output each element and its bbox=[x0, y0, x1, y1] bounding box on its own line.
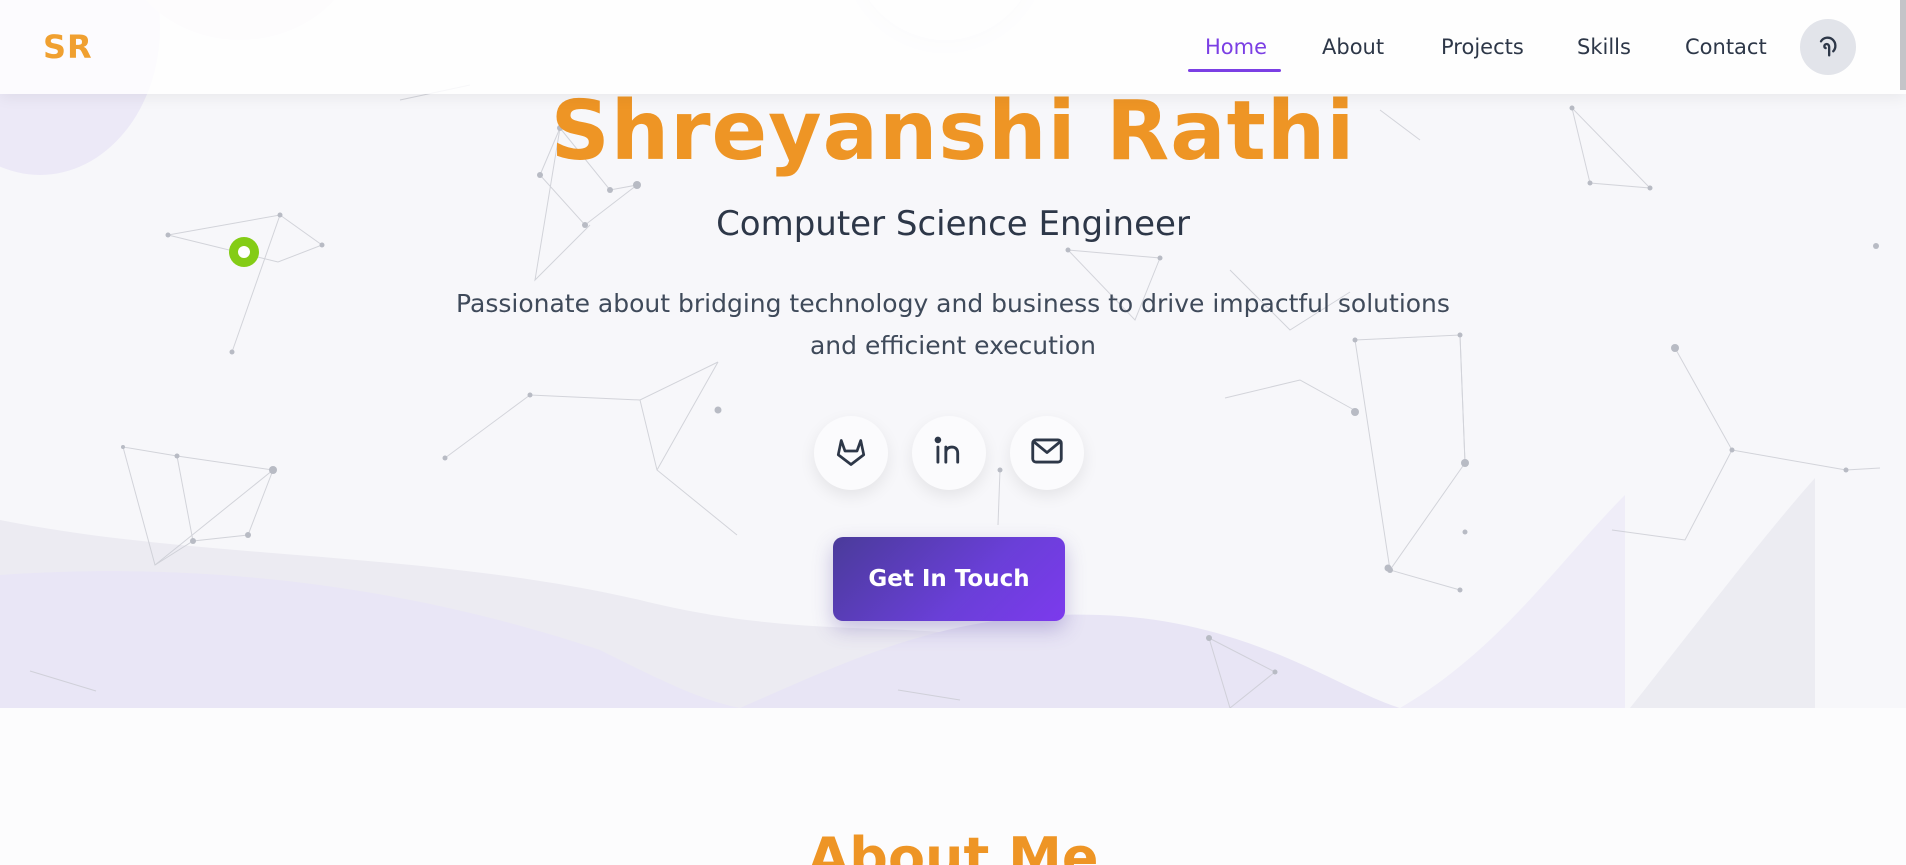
nav-link-home[interactable]: Home bbox=[1205, 35, 1267, 59]
mail-icon bbox=[1028, 432, 1066, 474]
get-in-touch-button[interactable]: Get In Touch bbox=[833, 537, 1065, 621]
nav-link-about[interactable]: About bbox=[1322, 35, 1384, 59]
nav-link-skills[interactable]: Skills bbox=[1577, 35, 1631, 59]
linkedin-icon bbox=[930, 432, 968, 474]
hero-name: Shreyanshi Rathi bbox=[550, 84, 1356, 179]
active-nav-indicator bbox=[1188, 69, 1281, 72]
gitlab-link[interactable] bbox=[814, 416, 888, 490]
about-title: About Me bbox=[807, 826, 1099, 865]
wave-shape bbox=[1630, 478, 1815, 708]
theme-toggle-icon bbox=[1814, 32, 1842, 63]
hero-section: Shreyanshi Rathi Computer Science Engine… bbox=[0, 0, 1906, 708]
hero-role: Computer Science Engineer bbox=[716, 204, 1190, 244]
navbar: SR Home About Projects Skills Contact bbox=[0, 0, 1906, 94]
gitlab-icon bbox=[833, 433, 869, 473]
hero-description: Passionate about bridging technology and… bbox=[456, 289, 1450, 360]
nav-link-contact[interactable]: Contact bbox=[1685, 35, 1767, 59]
nav-link-projects[interactable]: Projects bbox=[1441, 35, 1524, 59]
site-logo[interactable]: SR bbox=[43, 28, 93, 66]
linkedin-link[interactable] bbox=[912, 416, 986, 490]
theme-toggle-button[interactable] bbox=[1800, 19, 1856, 75]
mail-link[interactable] bbox=[1010, 416, 1084, 490]
wave-shape bbox=[1400, 495, 1625, 708]
scrollbar-thumb[interactable] bbox=[1900, 0, 1906, 90]
